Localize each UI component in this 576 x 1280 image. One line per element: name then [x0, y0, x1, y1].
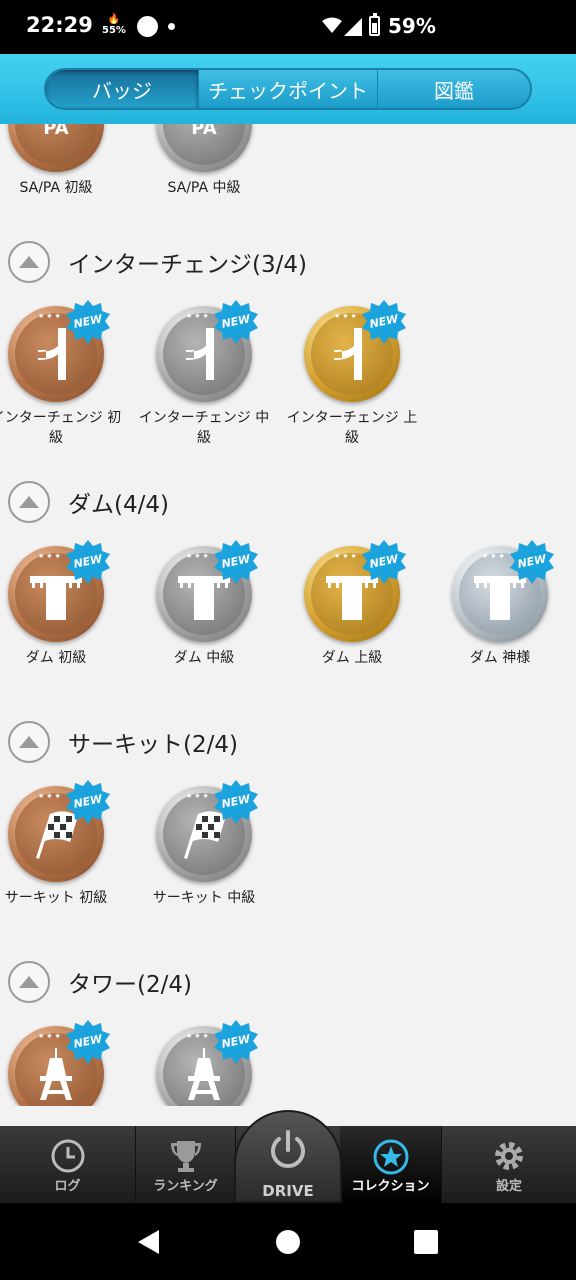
new-badge: NEW [214, 300, 258, 344]
new-badge: NEW [362, 300, 406, 344]
new-badge: NEW [510, 540, 554, 584]
battery-saver-indicator: 🔥 55% [102, 14, 126, 36]
badge-circuit-silver[interactable]: ★★★ NEW サーキット 中級 [134, 780, 274, 908]
chevron-up-icon [19, 976, 39, 988]
badge-list[interactable]: PA SA/PA 初級 PA SA/PA 中級 インターチェンジ(3/4) ★★… [0, 124, 576, 1106]
svg-text:PA: PA [191, 124, 217, 139]
section-title: タワー(2/4) [68, 972, 192, 998]
new-badge: NEW [66, 540, 110, 584]
medal: ★★★ NEW [8, 1020, 110, 1106]
tab-checkpoints[interactable]: チェックポイント [199, 70, 378, 108]
gear-icon [495, 1142, 523, 1170]
new-badge: NEW [214, 1020, 258, 1064]
badge-label: ダム 上級 [321, 650, 383, 666]
battery-percent: 59% [388, 14, 436, 38]
recents-icon[interactable] [414, 1230, 438, 1254]
system-navigation-bar [0, 1203, 576, 1280]
section-title: サーキット(2/4) [68, 732, 238, 758]
badge-interchange-silver[interactable]: ★★★ NEW インターチェンジ 中級 [134, 300, 274, 448]
badge-dam-gold[interactable]: ★★★ NEW ダム 上級 [282, 540, 422, 668]
medal: ★★★ NEW [156, 540, 258, 642]
badge-sapa-bronze[interactable]: PA SA/PA 初級 [0, 124, 126, 198]
badge-label: サーキット 中級 [152, 890, 256, 906]
medal: ★★★ NEW [156, 780, 258, 882]
new-badge: NEW [66, 1020, 110, 1064]
star-icon [373, 1139, 408, 1175]
collapse-toggle[interactable] [8, 961, 50, 1003]
nav-settings[interactable]: 設定 [442, 1126, 576, 1203]
nav-ranking[interactable]: ランキング [136, 1126, 236, 1203]
collapse-toggle[interactable] [8, 481, 50, 523]
new-badge: NEW [214, 540, 258, 584]
medal: ★★★ NEW [452, 540, 554, 642]
top-tab-bar: バッジ チェックポイント 図鑑 [0, 54, 576, 124]
clock-icon [51, 1139, 84, 1173]
medal: PA [156, 124, 252, 172]
chevron-up-icon [19, 256, 39, 268]
collapse-toggle[interactable] [8, 241, 50, 283]
sapa-icon: PA [43, 124, 69, 139]
section-header-tower[interactable]: タワー(2/4) [8, 960, 192, 1004]
clock: 22:29 [26, 13, 93, 37]
medal: ★★★ NEW [304, 300, 406, 402]
new-badge: NEW [66, 300, 110, 344]
medal: ★★★ NEW [156, 1020, 258, 1106]
badge-sapa-silver[interactable]: PA SA/PA 中級 [134, 124, 274, 198]
badge-label: SA/PA 中級 [167, 180, 241, 196]
chevron-up-icon [19, 736, 39, 748]
badge-label: インターチェンジ 初級 [0, 410, 122, 446]
drive-button[interactable]: DRIVE [234, 1110, 342, 1203]
badge-interchange-gold[interactable]: ★★★ NEW インターチェンジ 上級 [282, 300, 422, 448]
back-icon[interactable] [135, 1228, 163, 1256]
badge-dam-bronze[interactable]: ★★★ NEW ダム 初級 [0, 540, 126, 668]
chevron-up-icon [19, 496, 39, 508]
medal: ★★★ NEW [8, 540, 110, 642]
badge-label: SA/PA 初級 [19, 180, 93, 196]
badge-label: インターチェンジ 中級 [138, 410, 270, 446]
status-bar: 22:29 🔥 55% 59% [0, 0, 576, 54]
more-notifications-icon [168, 23, 175, 30]
badge-label: ダム 中級 [173, 650, 235, 666]
tab-encyclopedia[interactable]: 図鑑 [378, 70, 530, 108]
nav-collection[interactable]: コレクション [340, 1126, 442, 1203]
collapse-toggle[interactable] [8, 721, 50, 763]
wifi-icon [322, 17, 342, 33]
medal: ★★★ NEW [156, 300, 258, 402]
badge-label: ダム 初級 [25, 650, 87, 666]
badge-dam-silver[interactable]: ★★★ NEW ダム 中級 [134, 540, 274, 668]
trophy-icon [170, 1141, 201, 1172]
medal: ★★★ NEW [8, 300, 110, 402]
svg-text:PA: PA [43, 124, 69, 139]
section-title: インターチェンジ(3/4) [68, 252, 307, 278]
tab-badges[interactable]: バッジ [46, 70, 199, 108]
medal: ★★★ NEW [8, 780, 110, 882]
power-icon [271, 1130, 305, 1168]
segmented-tabs: バッジ チェックポイント 図鑑 [44, 68, 532, 110]
badge-tower-bronze[interactable]: ★★★ NEW [0, 1020, 126, 1106]
section-header-circuit[interactable]: サーキット(2/4) [8, 720, 238, 764]
section-header-dam[interactable]: ダム(4/4) [8, 480, 169, 524]
app-screen: 22:29 🔥 55% 59% バッジ チェックポイント 図鑑 PA SA/PA… [0, 0, 576, 1280]
badge-tower-silver[interactable]: ★★★ NEW [134, 1020, 274, 1106]
battery-icon [369, 13, 380, 36]
home-icon[interactable] [275, 1229, 301, 1255]
signal-icon [344, 18, 362, 36]
nav-log[interactable]: ログ [0, 1126, 136, 1203]
new-badge: NEW [66, 780, 110, 824]
badge-circuit-bronze[interactable]: ★★★ NEW サーキット 初級 [0, 780, 126, 908]
badge-label: ダム 神様 [469, 650, 531, 666]
medal: PA [8, 124, 104, 172]
badge-label: インターチェンジ 上級 [286, 410, 418, 446]
badge-label: サーキット 初級 [4, 890, 108, 906]
section-header-interchange[interactable]: インターチェンジ(3/4) [8, 240, 307, 284]
section-title: ダム(4/4) [68, 492, 169, 518]
badge-interchange-bronze[interactable]: ★★★ NEW インターチェンジ 初級 [0, 300, 126, 448]
badge-dam-platinum[interactable]: ★★★ NEW ダム 神様 [430, 540, 570, 668]
new-badge: NEW [362, 540, 406, 584]
notification-icon [137, 16, 158, 37]
new-badge: NEW [214, 780, 258, 824]
sapa-icon: PA [191, 124, 217, 139]
medal: ★★★ NEW [304, 540, 406, 642]
